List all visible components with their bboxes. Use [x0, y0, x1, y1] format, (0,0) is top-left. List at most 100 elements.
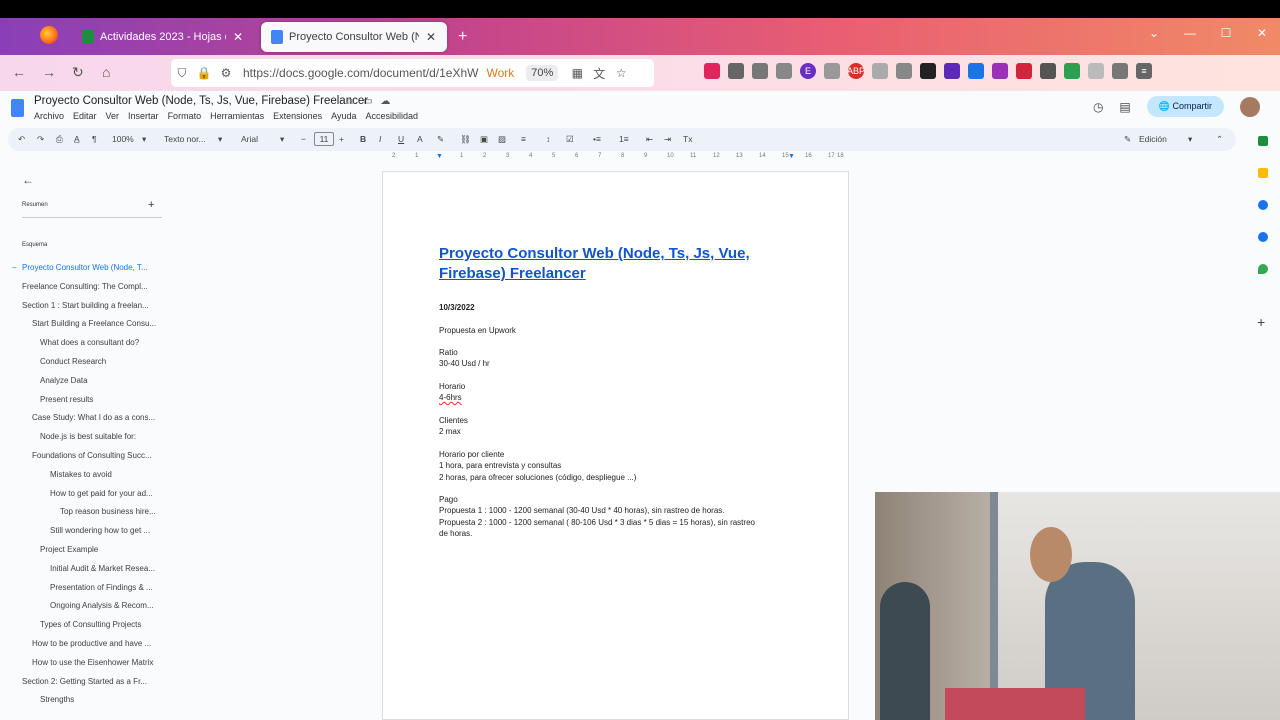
print-icon[interactable]: ⎙: [56, 134, 63, 145]
indent-marker[interactable]: ▼: [436, 153, 443, 160]
move-folder-icon[interactable]: ▭: [363, 96, 372, 107]
back-icon[interactable]: ←: [12, 64, 26, 80]
outline-item[interactable]: Analyze Data: [40, 376, 158, 385]
image-icon[interactable]: ▨: [498, 134, 506, 145]
extension-icon[interactable]: [824, 63, 840, 79]
highlight-icon[interactable]: ✎: [437, 134, 444, 145]
extension-icon[interactable]: [872, 63, 888, 79]
maps-icon[interactable]: [1258, 264, 1268, 274]
outline-item[interactable]: Ongoing Analysis & Recom...: [50, 601, 158, 610]
extensions-puzzle-icon[interactable]: [1112, 63, 1128, 79]
star-icon[interactable]: ☆: [346, 96, 355, 107]
cloud-status-icon[interactable]: ☁: [380, 96, 390, 107]
address-bar[interactable]: ⛉ 🔒 ⚙ https://docs.google.com/document/d…: [171, 59, 654, 87]
edit-mode-select[interactable]: Edición: [1139, 134, 1167, 144]
share-button[interactable]: 🌐 Compartir: [1146, 96, 1224, 117]
italic-icon[interactable]: I: [379, 134, 381, 144]
decrease-indent-icon[interactable]: ⇤: [646, 134, 653, 145]
doc-line[interactable]: 4-6hrs: [439, 392, 462, 403]
outline-item[interactable]: Initial Audit & Market Resea...: [50, 564, 158, 573]
doc-line[interactable]: de horas.: [439, 528, 472, 539]
outline-item[interactable]: Section 1 : Start building a freelan...: [22, 301, 158, 310]
doc-line[interactable]: 1 hora, para entrevista y consultas: [439, 460, 561, 471]
new-tab-plus-icon[interactable]: +: [458, 28, 467, 46]
apps-grid-icon[interactable]: [920, 63, 936, 79]
menu-formato[interactable]: Formato: [168, 111, 202, 121]
menu-editar[interactable]: Editar: [73, 111, 97, 121]
align-icon[interactable]: ≡: [521, 134, 526, 144]
menu-archivo[interactable]: Archivo: [34, 111, 64, 121]
lock-icon[interactable]: 🔒: [193, 66, 215, 80]
firefox-logo-icon[interactable]: [40, 26, 58, 44]
undo-icon[interactable]: ↶: [18, 134, 25, 145]
menu-accesibilidad[interactable]: Accesibilidad: [366, 111, 419, 121]
font-size-input[interactable]: 11: [314, 132, 334, 146]
outline-item[interactable]: Present results: [40, 395, 158, 404]
adblock-icon[interactable]: ABP: [847, 63, 865, 79]
library-icon[interactable]: [752, 63, 768, 79]
outline-item[interactable]: Start Building a Freelance Consu...: [32, 319, 158, 328]
avatar[interactable]: [1240, 96, 1260, 117]
comments-icon[interactable]: ▤: [1119, 100, 1130, 114]
document-title[interactable]: Proyecto Consultor Web (Node, Ts, Js, Vu…: [34, 95, 368, 107]
doc-line[interactable]: Propuesta 1 : 1000 - 1200 semanal (30-40…: [439, 505, 725, 516]
outline-item[interactable]: Conduct Research: [40, 357, 158, 366]
menu-insertar[interactable]: Insertar: [128, 111, 159, 121]
extension-icon[interactable]: [1088, 63, 1104, 79]
menu-ver[interactable]: Ver: [106, 111, 120, 121]
contacts-icon[interactable]: [1258, 232, 1268, 242]
text-color-icon[interactable]: A: [417, 134, 423, 144]
outline-item[interactable]: How to get paid for your ad...: [50, 489, 158, 498]
extension-icon[interactable]: [992, 63, 1008, 79]
add-addon-icon[interactable]: +: [1257, 314, 1265, 330]
add-summary-icon[interactable]: +: [148, 199, 154, 211]
close-tab-icon[interactable]: ✕: [425, 30, 437, 44]
document-heading[interactable]: Proyecto Consultor Web (Node, Ts, Js, Vu…: [439, 244, 799, 284]
pocket-icon[interactable]: [704, 63, 720, 79]
menu-icon[interactable]: ≡: [1136, 63, 1152, 79]
outline-item[interactable]: Node.js is best suitable for:: [40, 432, 158, 441]
tab-proyecto-consultor[interactable]: Proyecto Consultor Web (Node ✕: [261, 22, 447, 52]
bookmark-star-icon[interactable]: ☆: [610, 66, 632, 80]
bold-icon[interactable]: B: [360, 134, 366, 144]
doc-line[interactable]: Clientes: [439, 415, 468, 426]
outline-item[interactable]: Top reason business hire...: [60, 507, 158, 516]
close-tab-icon[interactable]: ✕: [232, 30, 244, 44]
collapse-toolbar-icon[interactable]: ⌃: [1216, 134, 1223, 145]
extension-icon[interactable]: [1040, 63, 1056, 79]
outline-item[interactable]: Foundations of Consulting Succ...: [32, 451, 158, 460]
outline-item[interactable]: Still wondering how to get ...: [50, 526, 158, 535]
redo-icon[interactable]: ↷: [37, 134, 44, 145]
outline-item[interactable]: Presentation of Findings & ...: [50, 583, 158, 592]
extension-e-icon[interactable]: E: [800, 63, 816, 79]
extension-icon[interactable]: [1016, 63, 1032, 79]
menu-ayuda[interactable]: Ayuda: [331, 111, 356, 121]
doc-line[interactable]: Propuesta en Upwork: [439, 325, 516, 336]
outline-item[interactable]: Proyecto Consultor Web (Node, T...: [22, 263, 158, 272]
doc-line[interactable]: Pago: [439, 494, 458, 505]
tasks-icon[interactable]: [1258, 200, 1268, 210]
menu-extensiones[interactable]: Extensiones: [273, 111, 322, 121]
zoom-select[interactable]: 100%: [112, 134, 134, 144]
outline-item[interactable]: Types of Consulting Projects: [40, 620, 158, 629]
outline-item[interactable]: What does a consultant do?: [40, 338, 158, 347]
spellcheck-icon[interactable]: A̲: [74, 134, 80, 144]
qr-code-icon[interactable]: ▦: [566, 66, 588, 80]
home-icon[interactable]: ⌂: [102, 64, 110, 80]
close-window-icon[interactable]: ✕: [1244, 26, 1280, 40]
outline-item[interactable]: Mistakes to avoid: [50, 470, 158, 479]
doc-line[interactable]: Propuesta 2 : 1000 - 1200 semanal ( 80-1…: [439, 517, 755, 528]
doc-line[interactable]: 2 horas, para ofrecer soluciones (código…: [439, 472, 636, 483]
link-icon[interactable]: ⛓: [460, 134, 471, 145]
doc-line[interactable]: Horario por cliente: [439, 449, 504, 460]
document-page[interactable]: Proyecto Consultor Web (Node, Ts, Js, Vu…: [382, 171, 849, 720]
menu-herramientas[interactable]: Herramientas: [210, 111, 264, 121]
zoom-level[interactable]: 70%: [526, 65, 559, 81]
outline-item[interactable]: Freelance Consulting: The Compl...: [22, 282, 158, 291]
line-spacing-icon[interactable]: ↕: [546, 134, 550, 144]
doc-line[interactable]: Horario: [439, 381, 465, 392]
back-arrow-icon[interactable]: ←: [22, 173, 34, 187]
doc-line[interactable]: 2 max: [439, 426, 461, 437]
paint-format-icon[interactable]: ¶: [92, 134, 97, 144]
increase-indent-icon[interactable]: ⇥: [664, 134, 671, 145]
